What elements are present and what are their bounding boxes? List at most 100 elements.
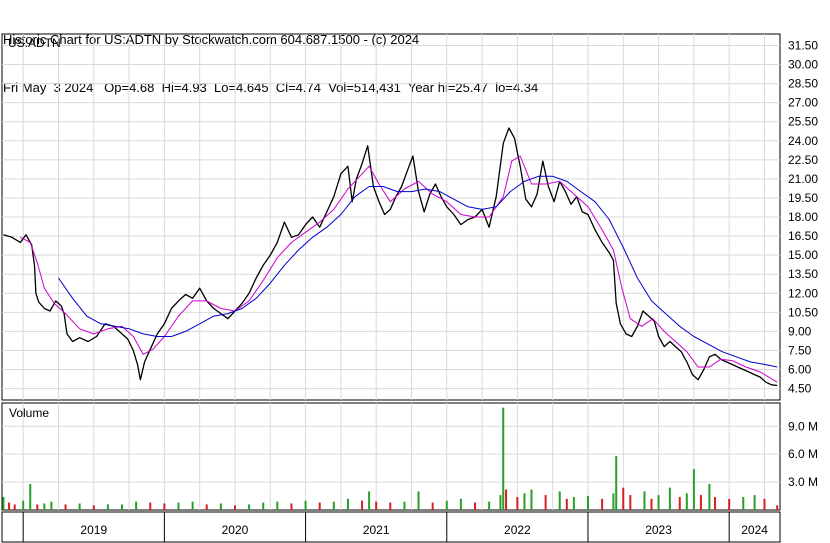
volume-bar	[763, 498, 766, 510]
year-label: 2022	[504, 523, 531, 537]
price-tick-label: 6.00	[788, 363, 812, 377]
volume-bar	[516, 496, 519, 510]
volume-bar	[92, 505, 95, 510]
price-tick-label: 4.50	[788, 382, 812, 396]
volume-bar	[544, 495, 547, 510]
year-label: 2023	[645, 523, 672, 537]
volume-bar	[368, 491, 371, 510]
volume-bar	[776, 505, 779, 510]
volume-bar	[505, 489, 508, 510]
volume-bar	[499, 495, 502, 510]
volume-tick-label: 9.0 M	[788, 419, 818, 433]
price-tick-label: 10.50	[788, 305, 818, 319]
volume-bar	[64, 504, 67, 510]
volume-panel-label: Volume	[9, 406, 49, 420]
symbol-label: US:ADTN	[8, 36, 61, 50]
price-tick-label: 28.50	[788, 77, 818, 91]
volume-bar	[612, 493, 615, 510]
year-label: 2020	[222, 523, 249, 537]
volume-bar	[50, 501, 53, 510]
volume-bar	[474, 502, 477, 510]
price-tick-label: 25.50	[788, 115, 818, 129]
volume-bar	[106, 504, 109, 510]
volume-bar	[615, 456, 618, 510]
volume-bar	[572, 496, 575, 510]
volume-bar	[445, 500, 448, 510]
volume-bar	[657, 495, 660, 510]
volume-bar	[699, 495, 702, 510]
volume-bar	[78, 503, 81, 510]
volume-bar	[262, 502, 265, 510]
volume-bar	[13, 504, 16, 510]
volume-bar	[565, 498, 568, 510]
volume-bar	[346, 498, 349, 510]
volume-bar	[205, 504, 208, 510]
volume-bar	[375, 501, 378, 510]
price-tick-label: 21.00	[788, 172, 818, 186]
volume-bar	[622, 487, 625, 510]
stock-chart: 31.50 30.00 28.50 27.00 25.50 24.00 22.50 21.00…	[1, 33, 818, 543]
volume-tick-label: 3.0 M	[788, 475, 818, 489]
volume-bar	[43, 503, 46, 510]
price-tick-label: 7.50	[788, 343, 812, 357]
volume-bar	[601, 498, 604, 510]
volume-bar	[8, 502, 11, 510]
volume-bar	[36, 504, 39, 510]
year-label: 2021	[363, 523, 390, 537]
volume-bar	[488, 501, 491, 510]
volume-bar	[135, 501, 138, 510]
price-tick-label: 30.00	[788, 58, 818, 72]
volume-bar	[586, 496, 589, 510]
price-tick-label: 18.00	[788, 210, 818, 224]
volume-bar	[728, 498, 731, 510]
volume-bar	[459, 498, 462, 510]
volume-bar	[233, 505, 236, 510]
volume-bar	[191, 501, 194, 510]
price-tick-label: 9.00	[788, 324, 812, 338]
volume-bar	[332, 501, 335, 510]
year-label: 2019	[80, 523, 107, 537]
volume-bar	[417, 491, 420, 510]
volume-bar	[219, 503, 222, 510]
volume-bar	[502, 407, 505, 510]
volume-bar	[742, 496, 745, 510]
volume-bar	[304, 500, 307, 510]
volume-bar	[530, 489, 533, 510]
volume-bar	[668, 487, 671, 510]
price-tick-label: 12.00	[788, 286, 818, 300]
volume-bar	[650, 498, 653, 510]
price-tick-label: 24.00	[788, 134, 818, 148]
series-line	[20, 155, 778, 383]
volume-bar	[29, 483, 32, 510]
volume-bar	[248, 504, 251, 510]
price-tick-label: 31.50	[788, 38, 818, 52]
series-line	[58, 175, 778, 368]
volume-bar	[558, 491, 561, 510]
price-tick-label: 16.50	[788, 229, 818, 243]
volume-bar	[523, 493, 526, 510]
volume-bar	[361, 500, 364, 510]
volume-bar	[643, 491, 646, 510]
year-label: 2024	[741, 523, 768, 537]
price-tick-label: 19.50	[788, 191, 818, 205]
volume-bar	[2, 496, 5, 510]
volume-bar	[163, 503, 166, 510]
volume-bar	[121, 504, 124, 510]
volume-bar	[714, 496, 717, 510]
volume-bar	[276, 501, 279, 510]
price-tick-label: 22.50	[788, 153, 818, 167]
volume-bar	[149, 502, 152, 510]
volume-panel-frame	[1, 402, 781, 511]
volume-bar	[177, 502, 180, 510]
volume-bar	[22, 500, 25, 510]
volume-bar	[753, 495, 756, 510]
price-tick-label: 15.00	[788, 248, 818, 262]
volume-bar	[403, 501, 406, 510]
volume-tick-label: 6.0 M	[788, 447, 818, 461]
volume-bar	[290, 503, 293, 510]
volume-bar	[692, 469, 695, 510]
volume-bar	[389, 502, 392, 510]
price-tick-label: 13.50	[788, 267, 818, 281]
volume-bar	[431, 502, 434, 510]
volume-bar	[678, 496, 681, 510]
